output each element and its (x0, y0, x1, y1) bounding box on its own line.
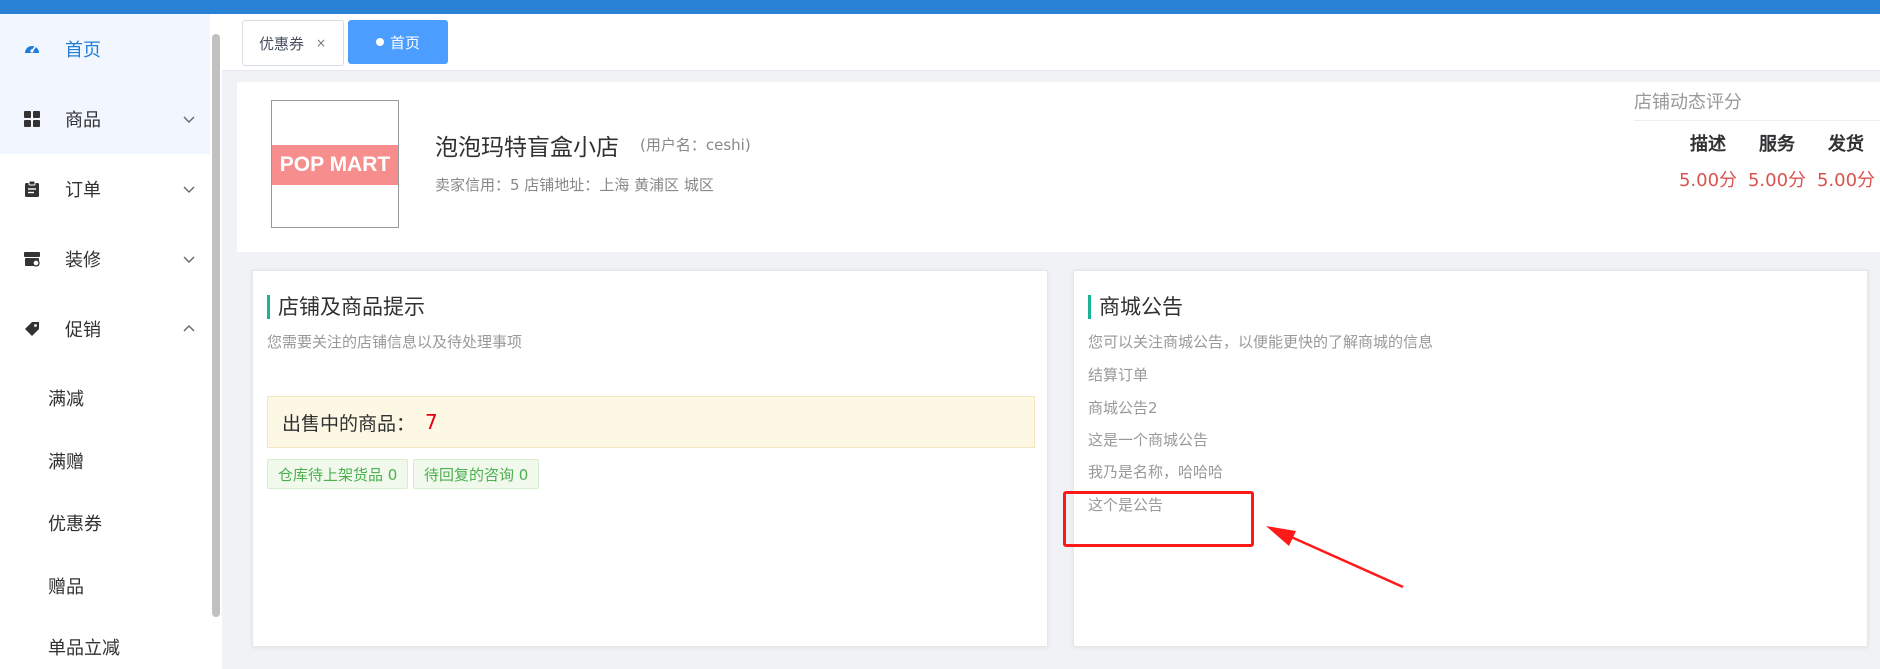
sidebar: 首页 商品 订单 装修 促销 满减 满赠 优惠券 赠品 单品立减 (0, 14, 222, 669)
sidebar-subitem-single-discount[interactable]: 单品立减 (48, 634, 120, 660)
top-header-bar (0, 0, 1880, 14)
rating-service: 服务 5.00分 (1742, 130, 1812, 192)
clipboard-icon (23, 180, 41, 198)
chevron-down-icon (182, 112, 196, 126)
ratings-divider (1634, 120, 1880, 121)
sidebar-item-home[interactable]: 首页 (0, 14, 210, 84)
close-icon[interactable]: × (316, 36, 326, 50)
rating-value: 5.00分 (1678, 170, 1738, 191)
tab-label: 优惠券 (259, 34, 305, 53)
card-title: 店铺及商品提示 (267, 295, 425, 319)
sidebar-subitem-coupon[interactable]: 优惠券 (48, 510, 102, 536)
warehouse-pending-badge[interactable]: 仓库待上架货品 0 (267, 459, 409, 489)
sidebar-subitem-full-reduction[interactable]: 满减 (48, 385, 84, 411)
notice-item[interactable]: 这是一个商城公告 (1088, 429, 1208, 450)
rating-label: 服务 (1759, 134, 1795, 155)
rating-label: 描述 (1690, 134, 1726, 155)
sidebar-subitem-full-gift[interactable]: 满赠 (48, 448, 84, 474)
active-dot-icon (376, 38, 384, 46)
mall-notice-card: 商城公告 您可以关注商城公告，以便能更快的了解商城的信息 结算订单 商城公告2 … (1073, 270, 1868, 647)
shop-name: 泡泡玛特盲盒小店 (435, 135, 619, 161)
logo-text: POP MART (272, 145, 398, 185)
tab-coupon[interactable]: 优惠券 × (242, 20, 344, 66)
rating-value: 5.00分 (1816, 170, 1876, 191)
shop-info-panel: POP MART 泡泡玛特盲盒小店 (用户名：ceshi) 卖家信用：5 店铺地… (237, 82, 1880, 252)
rating-value: 5.00分 (1747, 170, 1807, 191)
sidebar-subitem-gift[interactable]: 赠品 (48, 573, 84, 599)
sidebar-item-label: 首页 (65, 40, 101, 61)
tab-label: 首页 (390, 33, 421, 52)
sidebar-item-orders[interactable]: 订单 (0, 154, 210, 224)
highlight-box (1063, 491, 1254, 547)
dashboard-icon (23, 40, 41, 58)
chevron-down-icon (182, 182, 196, 196)
notice-item[interactable]: 商城公告2 (1088, 397, 1158, 418)
sidebar-scrollbar[interactable] (212, 34, 220, 617)
grid-icon (23, 110, 41, 128)
rating-shipping: 发货 5.00分 (1811, 130, 1880, 192)
rating-description: 描述 5.00分 (1673, 130, 1743, 192)
card-subtitle: 您需要关注的店铺信息以及待处理事项 (267, 333, 523, 351)
sidebar-item-decoration[interactable]: 装修 (0, 224, 210, 294)
store-tips-card: 店铺及商品提示 您需要关注的店铺信息以及待处理事项 出售中的商品： 7 仓库待上… (252, 270, 1048, 647)
rating-label: 发货 (1828, 134, 1864, 155)
shop-meta: 卖家信用：5 店铺地址：上海 黄浦区 城区 (435, 176, 714, 194)
tab-bar: 优惠券 × 首页 (222, 14, 1880, 71)
sidebar-item-label: 促销 (65, 320, 101, 341)
sidebar-item-label: 装修 (65, 250, 101, 271)
store-icon (23, 250, 41, 268)
shop-username: (用户名：ceshi) (640, 136, 751, 154)
card-title: 商城公告 (1088, 295, 1183, 319)
ratings-title: 店铺动态评分 (1634, 92, 1742, 113)
chevron-down-icon (182, 252, 196, 266)
selling-label: 出售中的商品： (282, 412, 416, 435)
sidebar-item-goods[interactable]: 商品 (0, 84, 210, 154)
notice-item[interactable]: 结算订单 (1088, 364, 1148, 385)
tag-icon (23, 320, 41, 338)
shop-logo: POP MART (271, 100, 399, 228)
card-subtitle: 您可以关注商城公告，以便能更快的了解商城的信息 (1088, 333, 1434, 351)
sidebar-item-label: 商品 (65, 110, 101, 131)
sidebar-item-label: 订单 (65, 180, 101, 201)
sidebar-item-promotion[interactable]: 促销 (0, 294, 210, 364)
selling-goods-banner[interactable]: 出售中的商品： 7 (267, 396, 1035, 448)
pending-consult-badge[interactable]: 待回复的咨询 0 (413, 459, 540, 489)
chevron-up-icon (182, 322, 196, 336)
selling-count: 7 (425, 410, 438, 434)
notice-item[interactable]: 我乃是名称，哈哈哈 (1088, 461, 1223, 482)
tab-home[interactable]: 首页 (348, 20, 448, 64)
